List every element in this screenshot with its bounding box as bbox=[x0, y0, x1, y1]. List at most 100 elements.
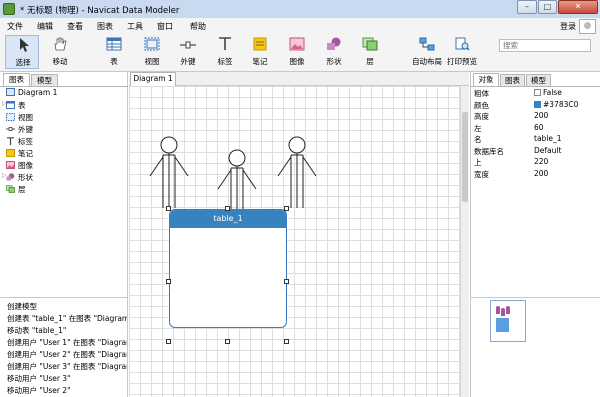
property-bold[interactable]: 粗体 False bbox=[471, 88, 600, 100]
property-key: 粗体 bbox=[474, 89, 489, 98]
layer-tool-button[interactable]: 层 bbox=[353, 35, 387, 69]
table-icon bbox=[6, 101, 15, 109]
menu-tools[interactable]: 工具 bbox=[127, 21, 143, 32]
menu-help[interactable]: 帮助 bbox=[190, 21, 206, 32]
search-input[interactable] bbox=[499, 39, 591, 52]
note-icon bbox=[6, 149, 15, 157]
label-icon bbox=[7, 137, 14, 145]
color-swatch[interactable] bbox=[534, 100, 541, 108]
tab-diagram[interactable]: 图表 bbox=[3, 73, 30, 87]
login-link[interactable]: 登录 bbox=[560, 21, 576, 32]
history-entry: 移动用户 "User 3" bbox=[7, 374, 71, 383]
resize-handle[interactable] bbox=[284, 339, 289, 344]
user-1-figure-icon[interactable] bbox=[149, 136, 189, 208]
shape-tool-button[interactable]: 形状 bbox=[317, 35, 351, 69]
menu-edit[interactable]: 编辑 bbox=[37, 21, 53, 32]
tab-diagram-1[interactable]: Diagram 1 bbox=[130, 72, 176, 86]
property-key: 名 bbox=[474, 135, 482, 144]
foreign-key-tool-button[interactable]: 外键 bbox=[171, 35, 205, 69]
table-icon bbox=[106, 37, 122, 51]
move-tool-button[interactable]: 移动 bbox=[43, 35, 77, 69]
tree-item-foreign-keys[interactable]: 外键 bbox=[6, 124, 33, 136]
minimap-viewport[interactable] bbox=[490, 300, 526, 342]
print-preview-icon bbox=[455, 37, 470, 51]
tree-item-notes[interactable]: 笔记 bbox=[6, 148, 33, 160]
tree-item-views[interactable]: 视图 bbox=[6, 112, 33, 124]
expand-arrow-icon[interactable]: ▷ bbox=[2, 100, 7, 107]
foreign-key-icon bbox=[180, 41, 196, 49]
resize-handle[interactable] bbox=[166, 279, 171, 284]
print-preview-button[interactable]: 打印预览 bbox=[445, 35, 479, 69]
image-icon bbox=[6, 161, 15, 169]
minimize-button[interactable]: – bbox=[517, 0, 537, 14]
canvas-tab-strip: Diagram 1 bbox=[129, 72, 469, 86]
overview-minimap-panel bbox=[470, 297, 600, 397]
table-1-title: table_1 bbox=[170, 210, 286, 228]
user-avatar-icon[interactable] bbox=[579, 19, 596, 34]
diagram-icon bbox=[6, 88, 15, 96]
view-tool-button[interactable]: 视图 bbox=[135, 35, 169, 69]
tree-item-label: Diagram 1 bbox=[18, 88, 58, 97]
tree-item-diagram-1[interactable]: Diagram 1 bbox=[6, 88, 57, 100]
canvas-vertical-scrollbar[interactable] bbox=[460, 86, 469, 397]
user-3-figure-icon[interactable] bbox=[277, 136, 317, 208]
minimap-user-icon bbox=[506, 306, 510, 314]
minimap-table-icon bbox=[496, 318, 509, 332]
tree-item-label: 表 bbox=[18, 101, 26, 110]
layer-tool-label: 层 bbox=[366, 57, 374, 66]
property-database-name[interactable]: 数据库名 Default bbox=[471, 146, 600, 158]
history-entry: 创建表 "table_1" 在图表 "Diagram bbox=[7, 314, 128, 323]
bold-checkbox[interactable] bbox=[534, 89, 541, 96]
history-entry: 创建用户 "User 2" 在图表 "Diagram bbox=[7, 350, 128, 359]
property-left[interactable]: 左 60 bbox=[471, 123, 600, 135]
table-1-entity[interactable]: table_1 bbox=[169, 209, 287, 328]
property-width[interactable]: 宽度 200 bbox=[471, 169, 600, 181]
close-button[interactable]: ✕ bbox=[558, 0, 598, 14]
select-tool-button[interactable]: 选择 bbox=[5, 35, 39, 69]
property-value: 200 bbox=[534, 111, 549, 120]
property-name[interactable]: 名 table_1 bbox=[471, 134, 600, 146]
property-height[interactable]: 高度 200 bbox=[471, 111, 600, 123]
layer-icon bbox=[362, 37, 378, 51]
resize-handle[interactable] bbox=[225, 206, 230, 211]
auto-layout-icon bbox=[419, 37, 435, 51]
menu-window[interactable]: 窗口 bbox=[157, 21, 173, 32]
menu-file[interactable]: 文件 bbox=[7, 21, 23, 32]
image-tool-button[interactable]: 图像 bbox=[280, 35, 314, 69]
resize-handle[interactable] bbox=[166, 206, 171, 211]
tree-item-labels[interactable]: 标签 bbox=[6, 136, 33, 148]
tree-item-shapes[interactable]: ▷ 形状 bbox=[2, 172, 33, 184]
diagram-canvas-area: Diagram 1 table_1 bbox=[129, 72, 469, 397]
diagram-grid[interactable]: table_1 bbox=[129, 86, 460, 397]
maximize-button[interactable]: □ bbox=[538, 0, 557, 14]
scrollbar-thumb[interactable] bbox=[462, 112, 468, 202]
property-color[interactable]: 颜色 #3783C0 bbox=[471, 100, 600, 112]
tree-item-label: 笔记 bbox=[18, 149, 33, 158]
history-entry: 创建用户 "User 1" 在图表 "Diagram bbox=[7, 338, 128, 347]
view-icon bbox=[6, 113, 15, 121]
menu-diagram[interactable]: 图表 bbox=[97, 21, 113, 32]
property-value: 200 bbox=[534, 168, 549, 178]
property-top[interactable]: 上 220 bbox=[471, 157, 600, 169]
property-key: 上 bbox=[474, 158, 482, 167]
tree-item-layers[interactable]: 层 bbox=[6, 184, 26, 196]
menu-view[interactable]: 查看 bbox=[67, 21, 83, 32]
table-tool-button[interactable]: 表 bbox=[97, 35, 131, 69]
expand-arrow-icon[interactable]: ▷ bbox=[2, 172, 7, 179]
tree-item-images[interactable]: 图像 bbox=[6, 160, 33, 172]
foreign-key-icon bbox=[6, 127, 15, 131]
tree-item-label: 形状 bbox=[18, 173, 33, 182]
resize-handle[interactable] bbox=[225, 339, 230, 344]
title-bar: * 无标题 (物理) - Navicat Data Modeler – □ ✕ bbox=[0, 0, 600, 18]
resize-handle[interactable] bbox=[284, 279, 289, 284]
tree-item-tables[interactable]: ▷ 表 bbox=[2, 100, 26, 112]
property-key: 数据库名 bbox=[474, 146, 504, 156]
tree-item-label: 层 bbox=[18, 185, 26, 194]
resize-handle[interactable] bbox=[166, 339, 171, 344]
minimap-user-icon bbox=[501, 308, 505, 316]
history-entry: 移动表 "table_1" bbox=[7, 326, 67, 335]
note-tool-button[interactable]: 笔记 bbox=[243, 35, 277, 69]
move-tool-label: 移动 bbox=[52, 57, 68, 66]
tab-object[interactable]: 对象 bbox=[473, 73, 499, 87]
resize-handle[interactable] bbox=[284, 206, 289, 211]
